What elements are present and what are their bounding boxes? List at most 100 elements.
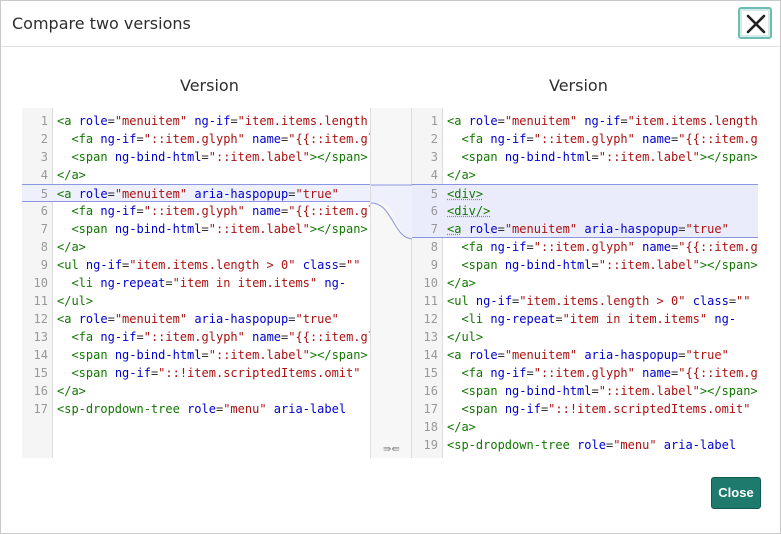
- code-text: </a>: [447, 420, 476, 434]
- code-text: </a>: [57, 240, 86, 254]
- code-line: 17 <sp-dropdown-tree role="menu" aria-lab…: [22, 400, 370, 418]
- code-text: <li ng-repeat="item in item.items" ng-: [71, 276, 347, 290]
- code-line: 12 <a role="menuitem" aria-haspopup="true…: [22, 310, 370, 328]
- line-number: 3: [430, 150, 438, 164]
- code-text: <sp-dropdown-tree role="menu" aria-label: [447, 438, 737, 452]
- close-icon: [746, 14, 766, 34]
- code-text: <fa ng-if="::item.glyph" name="{{::item.…: [71, 132, 370, 146]
- code-line: 5 <div>: [412, 184, 758, 202]
- code-line: 8 </a>: [22, 238, 370, 256]
- code-text: <fa ng-if="::item.glyph" name="{{::item.…: [461, 366, 758, 380]
- line-number: 8: [40, 240, 48, 254]
- line-number: 10: [33, 276, 48, 290]
- line-number: 14: [33, 348, 48, 362]
- code-text: <span ng-bind-html="::item.label"></span…: [71, 150, 368, 164]
- line-number: 7: [40, 222, 48, 236]
- code-line: 14 <a role="menuitem" aria-haspopup="true…: [412, 346, 758, 364]
- code-line: 16 </a>: [22, 382, 370, 400]
- code-line: 1 <a role="menuitem" ng-if="item.items.le…: [22, 112, 370, 130]
- swap-arrows-icon[interactable]: ⇛⇚: [383, 444, 400, 455]
- close-button[interactable]: Close: [711, 477, 761, 509]
- code-text: <a role="menuitem" aria-haspopup="true": [57, 312, 339, 326]
- code-line: 7 <span ng-bind-html="::item.label"></sp…: [22, 220, 370, 238]
- line-number: 18: [423, 420, 438, 434]
- code-line: 6 <fa ng-if="::item.glyph" name="{{::ite…: [22, 202, 370, 220]
- code-line: 5 <a role="menuitem" aria-haspopup="true": [22, 184, 370, 202]
- code-line: 7 <a role="menuitem" aria-haspopup="true": [412, 220, 758, 238]
- code-line: 10 <li ng-repeat="item in item.items" ng…: [22, 274, 370, 292]
- line-number: 16: [423, 384, 438, 398]
- line-number: 17: [33, 402, 48, 416]
- left-code-pane[interactable]: 1 <a role="menuitem" ng-if="item.items.le…: [22, 108, 370, 458]
- line-number: 14: [423, 348, 438, 362]
- code-text: <a role="menuitem" aria-haspopup="true": [447, 348, 729, 362]
- line-number: 11: [423, 294, 438, 308]
- code-line: 17 <span ng-if="::!item.scriptedItems.om…: [412, 400, 758, 418]
- code-line: 2 <fa ng-if="::item.glyph" name="{{::ite…: [22, 130, 370, 148]
- code-text: <span ng-bind-html="::item.label"></span…: [71, 222, 368, 236]
- code-text: </a>: [447, 168, 476, 182]
- code-text: <fa ng-if="::item.glyph" name="{{::item.…: [461, 132, 758, 146]
- code-text: <a role="menuitem" aria-haspopup="true": [57, 187, 339, 201]
- line-number: 17: [423, 402, 438, 416]
- code-text: <div/>: [447, 204, 491, 218]
- line-number: 1: [40, 114, 48, 128]
- code-text: <fa ng-if="::item.glyph" name="{{::item.…: [71, 330, 370, 344]
- line-number: 13: [33, 330, 48, 344]
- code-line: 9 <span ng-bind-html="::item.label"></sp…: [412, 256, 758, 274]
- line-number: 16: [33, 384, 48, 398]
- line-number: 6: [430, 204, 438, 218]
- code-text: <span ng-if="::!item.scriptedItems.omit": [71, 366, 361, 380]
- diff-connector-curve: [371, 184, 413, 240]
- code-line: 13 <fa ng-if="::item.glyph" name="{{::it…: [22, 328, 370, 346]
- code-line: 15 <span ng-if="::!item.scriptedItems.om…: [22, 364, 370, 382]
- line-number: 1: [430, 114, 438, 128]
- right-code-pane[interactable]: 1 <a role="menuitem" ng-if="item.items.le…: [412, 108, 758, 458]
- code-text: <span ng-if="::!item.scriptedItems.omit": [461, 402, 751, 416]
- line-number: 15: [423, 366, 438, 380]
- line-number: 3: [40, 150, 48, 164]
- dialog-header: Compare two versions: [1, 1, 780, 47]
- code-line: 2 <fa ng-if="::item.glyph" name="{{::ite…: [412, 130, 758, 148]
- line-number: 15: [33, 366, 48, 380]
- code-line: 6 <div/>: [412, 202, 758, 220]
- line-number: 4: [430, 168, 438, 182]
- code-text: <span ng-bind-html="::item.label"></span…: [461, 150, 758, 164]
- line-number: 8: [430, 240, 438, 254]
- line-number: 5: [40, 187, 48, 201]
- line-number: 12: [423, 312, 438, 326]
- code-text: <sp-dropdown-tree role="menu" aria-label: [57, 402, 347, 416]
- code-text: <span ng-bind-html="::item.label"></span…: [71, 348, 368, 362]
- dialog-title: Compare two versions: [12, 14, 191, 33]
- code-text: <li ng-repeat="item in item.items" ng-: [461, 312, 737, 326]
- line-number: 19: [423, 438, 438, 452]
- line-number: 7: [430, 222, 438, 236]
- code-line: 14 <span ng-bind-html="::item.label"></s…: [22, 346, 370, 364]
- code-text: <span ng-bind-html="::item.label"></span…: [461, 258, 758, 272]
- code-text: <div>: [447, 187, 484, 201]
- code-line: 16 <span ng-bind-html="::item.label"></s…: [412, 382, 758, 400]
- code-text: <a role="menuitem" ng-if="item.items.len…: [447, 114, 758, 128]
- code-line: 10 </a>: [412, 274, 758, 292]
- code-text: <fa ng-if="::item.glyph" name="{{::item.…: [71, 204, 370, 218]
- code-text: </a>: [57, 384, 86, 398]
- line-number: 10: [423, 276, 438, 290]
- line-number: 4: [40, 168, 48, 182]
- code-line: 13 </ul>: [412, 328, 758, 346]
- line-number: 2: [430, 132, 438, 146]
- code-line: 11 <ul ng-if="item.items.length > 0" clas…: [412, 292, 758, 310]
- code-line: 11 </ul>: [22, 292, 370, 310]
- code-text: <ul ng-if="item.items.length > 0" class=…: [57, 258, 361, 272]
- code-text: <a role="menuitem" aria-haspopup="true": [447, 222, 729, 236]
- code-line: 3 <span ng-bind-html="::item.label"></sp…: [22, 148, 370, 166]
- code-line: 18 </a>: [412, 418, 758, 436]
- line-number: 12: [33, 312, 48, 326]
- line-number: 6: [40, 204, 48, 218]
- close-x-button[interactable]: [738, 7, 772, 39]
- code-line: 4 </a>: [22, 166, 370, 184]
- code-line: 3 <span ng-bind-html="::item.label"></sp…: [412, 148, 758, 166]
- code-line: 19 <sp-dropdown-tree role="menu" aria-lab…: [412, 436, 758, 454]
- line-number: 13: [423, 330, 438, 344]
- code-text: </a>: [57, 168, 86, 182]
- code-text: </ul>: [57, 294, 94, 308]
